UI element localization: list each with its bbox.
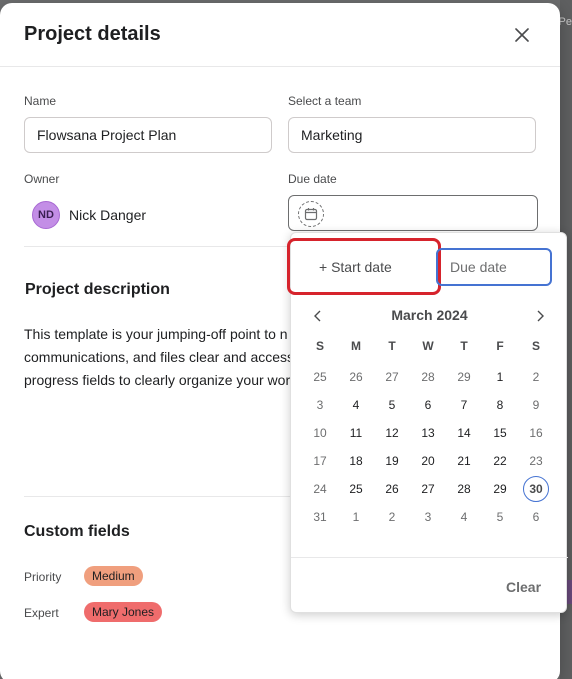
weekday-header: T <box>388 339 396 353</box>
due-date-input[interactable] <box>288 195 538 231</box>
calendar-day[interactable]: 26 <box>342 365 370 389</box>
calendar-day[interactable]: 24 <box>306 477 334 501</box>
calendar-day[interactable]: 17 <box>306 449 334 473</box>
calendar-day[interactable]: 29 <box>450 365 478 389</box>
description-line: communications, and files clear and acce… <box>24 349 294 365</box>
project-description[interactable]: This template is your jumping-off point … <box>24 323 294 392</box>
calendar-day[interactable]: 13 <box>414 421 442 445</box>
calendar-day[interactable]: 4 <box>450 505 478 529</box>
calendar-day[interactable]: 9 <box>522 393 550 417</box>
calendar-day[interactable]: 3 <box>414 505 442 529</box>
calendar-day[interactable]: 12 <box>378 421 406 445</box>
priority-pill[interactable]: Medium <box>84 566 143 586</box>
calendar-day[interactable]: 1 <box>342 505 370 529</box>
calendar-day[interactable]: 28 <box>414 365 442 389</box>
expert-pill[interactable]: Mary Jones <box>84 602 163 622</box>
team-input[interactable]: Marketing <box>288 117 536 153</box>
calendar-day[interactable]: 19 <box>378 449 406 473</box>
calendar-day[interactable]: 27 <box>414 477 442 501</box>
avatar: ND <box>32 201 60 229</box>
start-date-button[interactable]: + Start date <box>319 259 392 275</box>
calendar-day[interactable]: 6 <box>414 393 442 417</box>
calendar-icon <box>298 201 324 227</box>
name-label: Name <box>24 94 57 108</box>
calendar-day[interactable]: 27 <box>378 365 406 389</box>
weekday-header: S <box>531 339 540 353</box>
divider <box>24 246 296 247</box>
description-line: progress fields to clearly organize your… <box>24 372 291 388</box>
calendar-day[interactable]: 20 <box>414 449 442 473</box>
custom-field-label: Expert <box>24 606 59 620</box>
description-line: This template is your jumping-off point … <box>24 326 288 342</box>
calendar-day[interactable]: 18 <box>342 449 370 473</box>
calendar-day[interactable]: 5 <box>378 393 406 417</box>
owner-selector[interactable]: ND Nick Danger <box>32 201 146 229</box>
backdrop-text: Pe <box>558 16 572 28</box>
owner-label: Owner <box>24 172 60 186</box>
calendar-day[interactable]: 8 <box>486 393 514 417</box>
project-description-title: Project description <box>25 281 170 298</box>
due-date-label: Due date <box>288 172 337 186</box>
calendar-day[interactable]: 15 <box>486 421 514 445</box>
dialog-header: Project details <box>0 3 560 67</box>
calendar-day[interactable]: 22 <box>486 449 514 473</box>
calendar-day[interactable]: 25 <box>342 477 370 501</box>
calendar-day[interactable]: 7 <box>450 393 478 417</box>
calendar-day[interactable]: 1 <box>486 365 514 389</box>
month-label: March 2024 <box>391 307 468 323</box>
calendar-day[interactable]: 5 <box>486 505 514 529</box>
chevron-right-icon <box>537 310 544 322</box>
divider <box>291 557 568 558</box>
dialog-title: Project details <box>24 23 161 45</box>
owner-name: Nick Danger <box>69 207 147 223</box>
weekday-header: T <box>460 339 468 353</box>
calendar-day[interactable]: 28 <box>450 477 478 501</box>
due-date-field[interactable]: Due date <box>436 248 552 286</box>
calendar-day[interactable]: 11 <box>342 421 370 445</box>
clear-button[interactable]: Clear <box>506 579 541 595</box>
calendar-day[interactable]: 3 <box>306 393 334 417</box>
calendar-day[interactable]: 26 <box>378 477 406 501</box>
custom-field-label: Priority <box>24 570 62 584</box>
next-month-button[interactable] <box>533 307 549 325</box>
calendar-day[interactable]: 2 <box>522 365 550 389</box>
calendar-day[interactable]: 14 <box>450 421 478 445</box>
calendar-day-today[interactable]: 30 <box>523 476 549 502</box>
weekday-header: S <box>315 339 324 353</box>
calendar-day[interactable]: 6 <box>522 505 550 529</box>
weekday-header: M <box>351 339 361 353</box>
weekday-header: F <box>496 339 504 353</box>
calendar-day[interactable]: 23 <box>522 449 550 473</box>
calendar-day[interactable]: 4 <box>342 393 370 417</box>
weekday-header: W <box>422 339 434 353</box>
calendar-day[interactable]: 2 <box>378 505 406 529</box>
calendar-day[interactable]: 31 <box>306 505 334 529</box>
calendar-day[interactable]: 29 <box>486 477 514 501</box>
divider <box>24 496 296 497</box>
name-input[interactable]: Flowsana Project Plan <box>24 117 272 153</box>
calendar-day[interactable]: 16 <box>522 421 550 445</box>
date-picker: + Start date Due date March 2024 S M T W T F S… <box>287 232 568 613</box>
calendar-day[interactable]: 10 <box>306 421 334 445</box>
team-label: Select a team <box>288 94 362 108</box>
custom-fields-title: Custom fields <box>24 523 130 540</box>
start-date-label: + Start date <box>319 259 392 275</box>
calendar-day[interactable]: 21 <box>450 449 478 473</box>
close-button[interactable] <box>510 23 534 47</box>
close-icon <box>515 28 529 42</box>
calendar-day[interactable]: 25 <box>306 365 334 389</box>
